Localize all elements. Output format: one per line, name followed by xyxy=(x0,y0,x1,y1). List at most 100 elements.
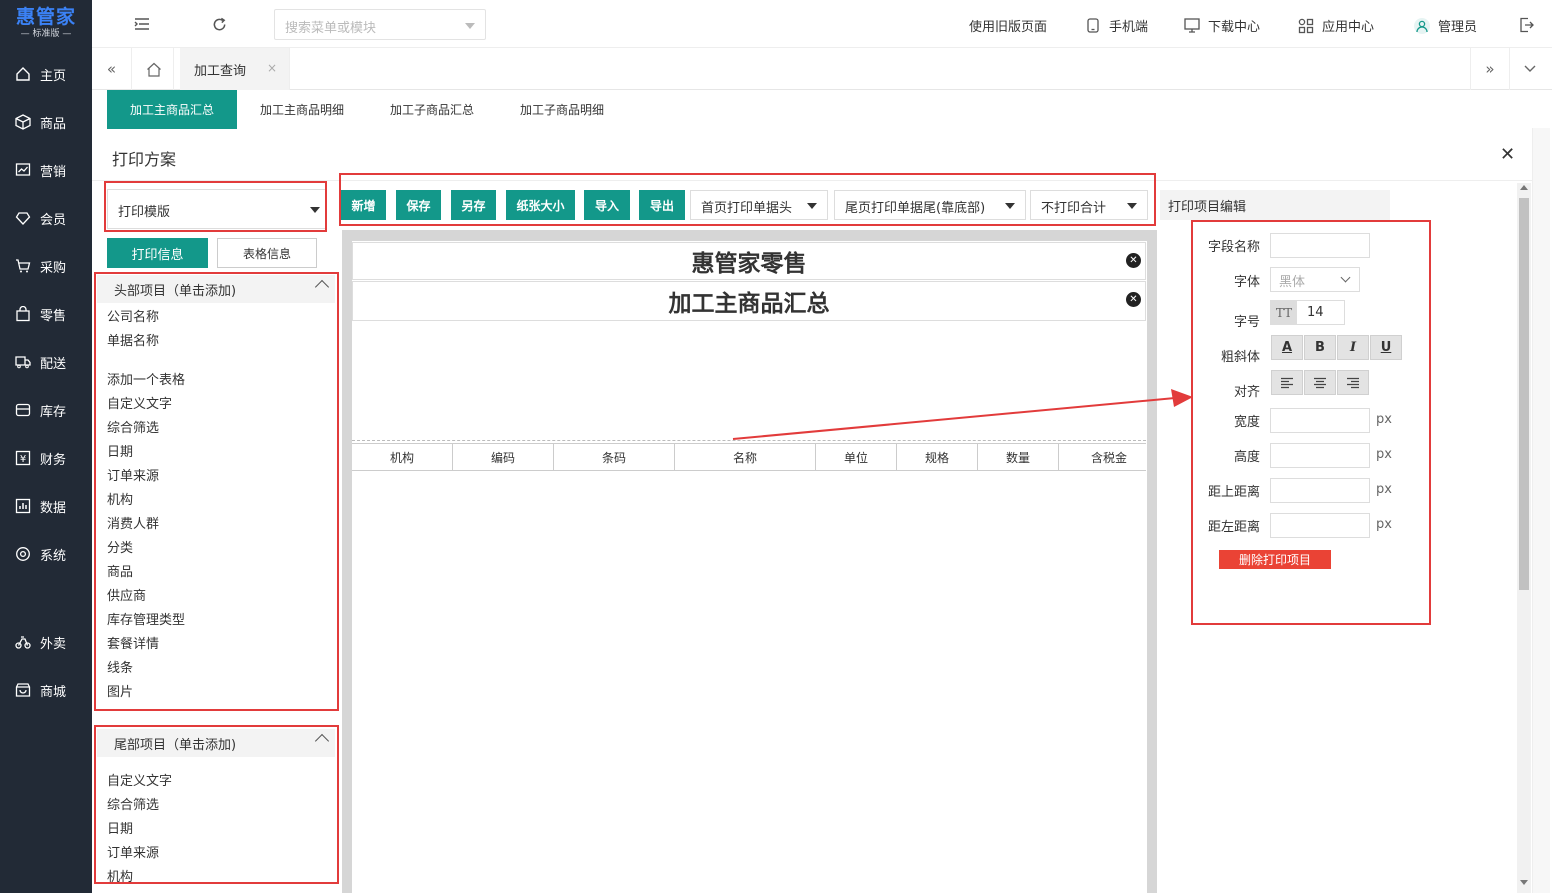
align-center-icon[interactable] xyxy=(1304,370,1336,395)
sidebar-item-mall[interactable]: 商城 xyxy=(0,670,92,710)
width-input[interactable] xyxy=(1270,408,1370,433)
underline-button[interactable]: U xyxy=(1370,335,1402,360)
save-as-button[interactable]: 另存 xyxy=(451,190,496,220)
italic-button[interactable]: I xyxy=(1337,335,1369,360)
footer-item-org[interactable]: 机构 xyxy=(107,869,133,882)
font-size-value: 14 xyxy=(1307,305,1324,320)
font-size-input[interactable]: TT 14 xyxy=(1270,300,1345,325)
footer-item-order-source[interactable]: 订单来源 xyxy=(107,845,159,863)
sidebar-item-goods[interactable]: 商品 xyxy=(0,102,92,142)
header-item-goods[interactable]: 商品 xyxy=(107,564,133,582)
footer-item-custom-text[interactable]: 自定义文字 xyxy=(107,773,172,791)
header-items-group[interactable]: 头部项目（单击添加) xyxy=(97,275,335,303)
footer-item-filter[interactable]: 综合筛选 xyxy=(107,797,159,815)
first-page-header-value: 首页打印单据头 xyxy=(701,201,793,216)
sidebar-item-takeout[interactable]: 外卖 xyxy=(0,622,92,662)
sidebar-item-data[interactable]: 数据 xyxy=(0,486,92,526)
store-icon xyxy=(14,681,32,699)
first-page-header-select[interactable]: 首页打印单据头 xyxy=(690,190,828,220)
print-info-button[interactable]: 打印信息 xyxy=(107,238,208,268)
logo-brand: 惠管家 xyxy=(15,6,76,28)
header-item-supplier[interactable]: 供应商 xyxy=(107,588,146,606)
bold-button[interactable]: B xyxy=(1304,335,1336,360)
align-right-icon[interactable] xyxy=(1337,370,1369,395)
export-button[interactable]: 导出 xyxy=(639,190,685,220)
canvas-item-doc-title[interactable]: 加工主商品汇总 ✕ xyxy=(352,281,1146,321)
total-print-select[interactable]: 不打印合计 xyxy=(1030,190,1148,220)
remove-item-icon[interactable]: ✕ xyxy=(1126,292,1141,307)
header-item-add-table[interactable]: 添加一个表格 xyxy=(107,372,185,390)
refresh-icon[interactable] xyxy=(209,14,229,34)
field-name-input[interactable] xyxy=(1270,233,1370,258)
sidebar-item-delivery[interactable]: 配送 xyxy=(0,342,92,382)
tabs-scroll-left-icon[interactable]: « xyxy=(92,48,132,90)
download-center-link[interactable]: 下载中心 xyxy=(1184,16,1260,35)
sidebar-item-member[interactable]: 会员 xyxy=(0,198,92,238)
left-offset-input[interactable] xyxy=(1270,513,1370,538)
admin-user-link[interactable]: 管理员 xyxy=(1414,16,1477,35)
header-item-combo-detail[interactable]: 套餐详情 xyxy=(107,636,159,654)
header-item-date[interactable]: 日期 xyxy=(107,444,133,462)
new-button[interactable]: 新增 xyxy=(341,190,386,220)
canvas-table-header[interactable]: 机构 编码 条码 名称 单位 规格 数量 含税金 xyxy=(352,443,1146,471)
sidebar-item-finance[interactable]: ¥ 财务 xyxy=(0,438,92,478)
scroll-down-icon[interactable] xyxy=(1520,880,1528,885)
header-item-doc-name[interactable]: 单据名称 xyxy=(107,333,159,351)
header-item-company-name[interactable]: 公司名称 xyxy=(107,309,159,327)
height-input[interactable] xyxy=(1270,443,1370,468)
header-item-org[interactable]: 机构 xyxy=(107,492,133,510)
header-item-image[interactable]: 图片 xyxy=(107,684,133,702)
font-family-select[interactable]: 黑体 xyxy=(1270,267,1360,292)
app-center-link[interactable]: 应用中心 xyxy=(1298,16,1374,35)
save-button[interactable]: 保存 xyxy=(396,190,441,220)
sidebar-item-inventory[interactable]: 库存 xyxy=(0,390,92,430)
subtab-main-detail[interactable]: 加工主商品明细 xyxy=(237,90,367,129)
print-canvas[interactable] xyxy=(352,241,1147,893)
canvas-item-company-title[interactable]: 惠管家零售 ✕ xyxy=(352,242,1146,280)
home-tab-icon[interactable] xyxy=(134,48,174,90)
tabs-scroll-right-icon[interactable]: » xyxy=(1470,48,1510,90)
close-dialog-icon[interactable]: ✕ xyxy=(1500,144,1515,165)
menu-search-input[interactable]: 搜索菜单或模块 xyxy=(274,9,486,40)
last-page-footer-select[interactable]: 尾页打印单据尾(靠底部) xyxy=(834,190,1026,220)
sidebar-item-system[interactable]: 系统 xyxy=(0,534,92,574)
logout-icon[interactable] xyxy=(1516,15,1536,35)
sidebar-item-purchase[interactable]: 采购 xyxy=(0,246,92,286)
header-item-consumer-group[interactable]: 消费人群 xyxy=(107,516,159,534)
import-button[interactable]: 导入 xyxy=(584,190,630,220)
footer-items-group[interactable]: 尾部项目（单击添加) xyxy=(97,729,335,757)
subtab-sub-summary[interactable]: 加工子商品汇总 xyxy=(367,90,497,129)
tab-processing-query[interactable]: 加工查询 × xyxy=(180,48,290,90)
chevron-up-icon xyxy=(314,733,330,749)
footer-item-date[interactable]: 日期 xyxy=(107,821,133,839)
sidebar-item-home[interactable]: 主页 xyxy=(0,54,92,94)
header-item-category[interactable]: 分类 xyxy=(107,540,133,558)
header-item-filter[interactable]: 综合筛选 xyxy=(107,420,159,438)
delete-print-item-button[interactable]: 删除打印项目 xyxy=(1219,550,1331,569)
print-template-select[interactable]: 打印模版 xyxy=(107,189,327,229)
page-scrollbar[interactable] xyxy=(1532,128,1550,893)
header-item-line[interactable]: 线条 xyxy=(107,660,133,678)
menu-toggle-icon[interactable] xyxy=(132,14,152,34)
table-info-button[interactable]: 表格信息 xyxy=(217,238,317,268)
close-tab-icon[interactable]: × xyxy=(267,61,277,75)
dialog-scrollbar-thumb[interactable] xyxy=(1519,198,1529,590)
align-left-icon[interactable] xyxy=(1271,370,1303,395)
sidebar-item-marketing[interactable]: 营销 xyxy=(0,150,92,190)
subtab-sub-detail[interactable]: 加工子商品明细 xyxy=(497,90,627,129)
header-item-order-source[interactable]: 订单来源 xyxy=(107,468,159,486)
tabs-menu-chevron-icon[interactable] xyxy=(1510,48,1550,90)
scroll-up-icon[interactable] xyxy=(1520,185,1528,190)
print-item-edit-tab[interactable]: 打印项目编辑 xyxy=(1160,190,1390,220)
logo[interactable]: 惠管家 — 标准版 — xyxy=(0,0,92,48)
old-version-link[interactable]: 使用旧版页面 xyxy=(969,16,1047,35)
subtab-main-summary[interactable]: 加工主商品汇总 xyxy=(107,90,237,129)
top-offset-input[interactable] xyxy=(1270,478,1370,503)
header-item-custom-text[interactable]: 自定义文字 xyxy=(107,396,172,414)
header-item-inventory-type[interactable]: 库存管理类型 xyxy=(107,612,185,630)
sidebar-item-retail[interactable]: 零售 xyxy=(0,294,92,334)
remove-item-icon[interactable]: ✕ xyxy=(1126,253,1141,268)
paper-size-button[interactable]: 纸张大小 xyxy=(506,190,575,220)
mobile-link[interactable]: 手机端 xyxy=(1085,16,1148,35)
font-color-button[interactable]: A xyxy=(1271,335,1303,360)
